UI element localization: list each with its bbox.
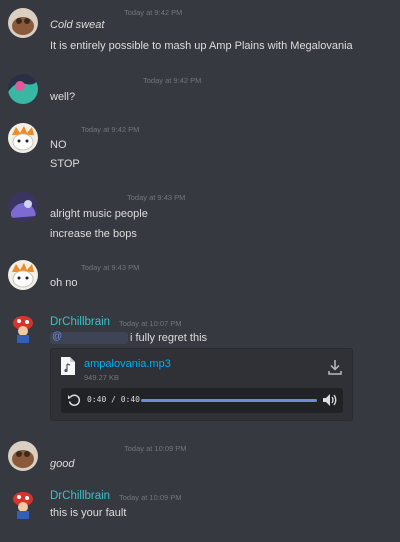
username[interactable]: DrChillbrain [50, 316, 110, 328]
audio-attachment: ampalovania.mp3 949.27 KB 0:40 / 0:40 [50, 348, 353, 421]
avatar[interactable] [8, 74, 38, 104]
message-text: well? [50, 91, 76, 103]
avatar-image [8, 74, 38, 104]
attachment-size: 949.27 KB [84, 373, 120, 382]
avatar[interactable] [8, 8, 38, 38]
timestamp: Today at 9:42 PM [143, 76, 202, 85]
audio-file-icon [61, 357, 75, 375]
message-text: NO [50, 139, 67, 151]
username[interactable]: DrChillbrain [50, 490, 110, 502]
avatar-image [8, 490, 38, 520]
replay-icon[interactable] [67, 393, 81, 407]
avatar-image [8, 441, 38, 471]
volume-icon[interactable] [322, 393, 338, 407]
avatar-image [8, 314, 38, 344]
avatar[interactable] [8, 123, 38, 153]
avatar[interactable] [8, 490, 38, 520]
avatar-image [8, 192, 38, 222]
message-text: i fully regret this [50, 331, 208, 345]
progress-fill [141, 399, 317, 402]
user-mention[interactable] [50, 331, 128, 345]
message-text: Cold sweat [50, 19, 105, 31]
timestamp: Today at 10:07 PM [119, 319, 182, 328]
timestamp: Today at 9:43 PM [127, 193, 186, 202]
avatar[interactable] [8, 314, 38, 344]
timestamp: Today at 9:42 PM [124, 8, 183, 17]
avatar-image [8, 123, 38, 153]
message-text-content: i fully regret this [130, 332, 208, 344]
audio-player: 0:40 / 0:40 [61, 388, 343, 413]
avatar-image [8, 260, 38, 290]
timestamp: Today at 9:42 PM [81, 125, 140, 134]
download-icon[interactable] [328, 359, 342, 375]
message-text: good [50, 458, 75, 470]
timestamp: Today at 10:09 PM [119, 493, 182, 502]
avatar[interactable] [8, 192, 38, 222]
message-text: oh no [50, 277, 78, 289]
message-text: increase the bops [50, 228, 137, 240]
avatar[interactable] [8, 441, 38, 471]
message-text: STOP [50, 158, 80, 170]
progress-bar[interactable] [141, 399, 317, 402]
avatar-image [8, 8, 38, 38]
message-text: It is entirely possible to mash up Amp P… [50, 40, 353, 52]
message-text: alright music people [50, 208, 148, 220]
playback-time: 0:40 / 0:40 [87, 395, 140, 404]
timestamp: Today at 10:09 PM [124, 444, 187, 453]
attachment-filename[interactable]: ampalovania.mp3 [84, 358, 171, 370]
timestamp: Today at 9:43 PM [81, 263, 140, 272]
message-text: this is your fault [50, 507, 127, 519]
avatar[interactable] [8, 260, 38, 290]
